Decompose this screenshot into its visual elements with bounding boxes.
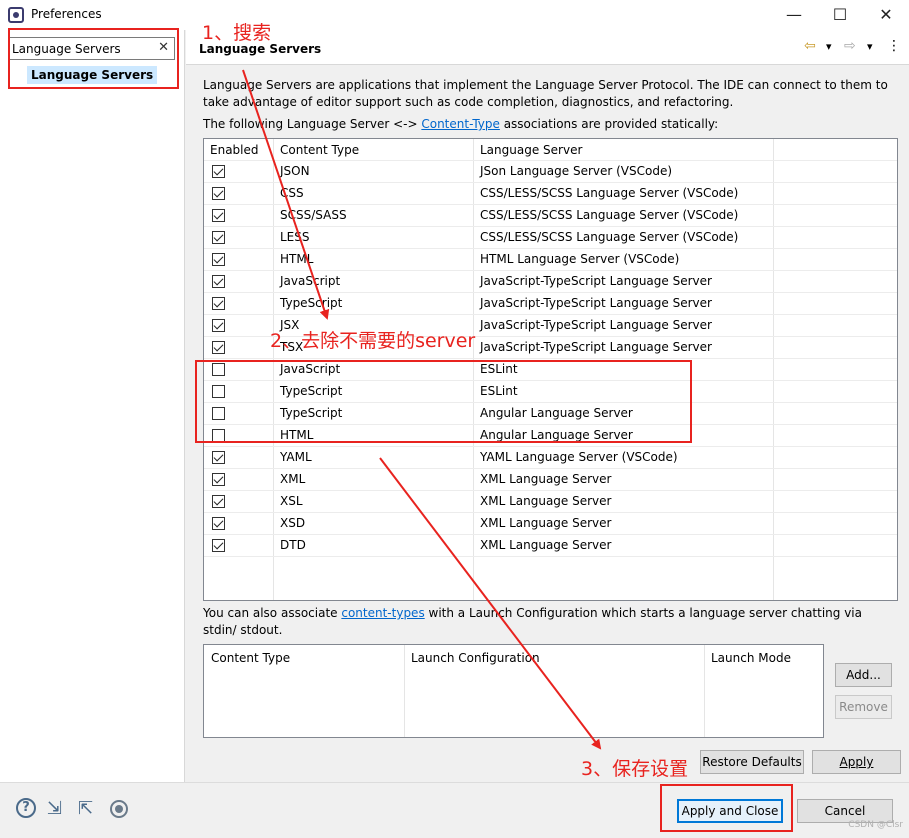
arrow-step1 — [242, 69, 330, 320]
arrow-step3 — [379, 457, 602, 750]
annotation-arrows — [242, 69, 602, 750]
